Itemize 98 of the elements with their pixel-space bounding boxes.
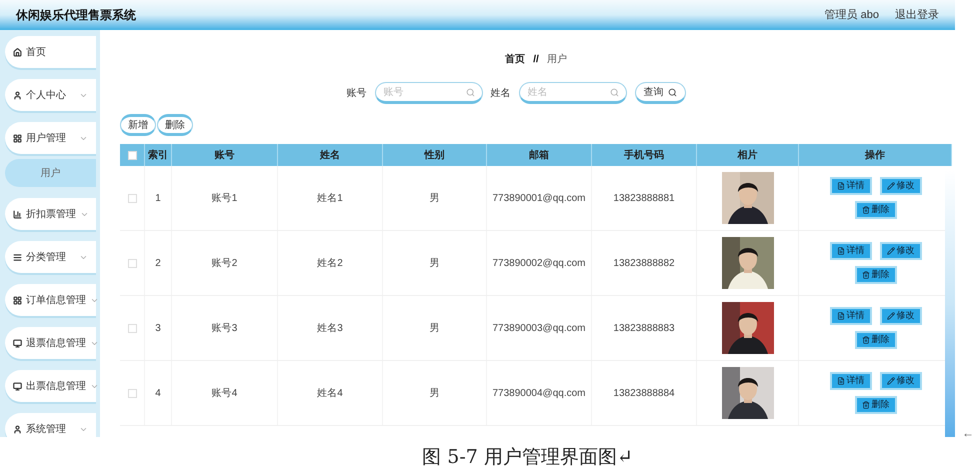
delete-button[interactable]: 删除: [854, 396, 896, 414]
column-header: 邮箱: [487, 144, 592, 166]
delete-button[interactable]: 删除: [854, 331, 896, 349]
table-cell: 账号1: [172, 166, 278, 230]
sidebar-item[interactable]: 出票信息管理: [5, 370, 96, 402]
monitor-icon: [13, 338, 22, 348]
row-checkbox[interactable]: [128, 194, 136, 202]
table-cell: 男: [383, 166, 487, 230]
table-cell: 2: [145, 231, 172, 295]
breadcrumb-link[interactable]: 用户: [546, 52, 567, 66]
column-header: 操作: [799, 144, 952, 166]
row-checkbox[interactable]: [128, 258, 136, 268]
table-cell: 13823888882: [592, 231, 697, 295]
pencil-icon: [886, 312, 894, 320]
edit-button[interactable]: 修改: [880, 372, 922, 390]
search-icon: [610, 88, 618, 97]
select-all-checkbox[interactable]: [128, 150, 136, 160]
column-header: 相片: [697, 144, 799, 166]
table-cell: 773890003@qq.com: [487, 296, 592, 360]
column-header: 手机号码: [592, 144, 697, 166]
grid-icon: [13, 296, 22, 304]
grid-icon: [13, 134, 22, 142]
logout-link[interactable]: 退出登录: [895, 6, 939, 24]
trash-icon: [862, 401, 870, 409]
sidebar-item[interactable]: 订单信息管理: [5, 284, 96, 316]
table-cell: 13823888883: [592, 296, 697, 360]
trash-icon: [862, 206, 870, 214]
sidebar-subitem[interactable]: 用户: [5, 159, 96, 187]
table-cell: 13823888884: [592, 361, 697, 425]
sidebar-item[interactable]: 系统管理: [5, 413, 96, 437]
table-cell: 773890002@qq.com: [487, 231, 592, 295]
pencil-icon: [886, 377, 894, 385]
search-field[interactable]: 账号: [374, 82, 482, 104]
trash-icon: [862, 271, 870, 279]
query-button[interactable]: 查询: [634, 82, 686, 104]
sidebar-item[interactable]: 个人中心: [5, 79, 96, 111]
table-cell: 姓名4: [278, 361, 383, 425]
breadcrumb-link[interactable]: 首页: [505, 52, 526, 66]
table-cell: 姓名1: [278, 166, 383, 230]
document-icon: [836, 247, 844, 255]
table-cell: 男: [383, 231, 487, 295]
edit-button[interactable]: 修改: [880, 177, 922, 195]
delete-button[interactable]: 删除: [854, 201, 896, 219]
details-button[interactable]: 详情: [830, 307, 872, 325]
search-icon: [466, 88, 474, 97]
edit-button[interactable]: 修改: [880, 242, 922, 260]
search-icon: [668, 88, 676, 96]
trash-icon: [862, 336, 870, 344]
bar-chart-icon: [13, 210, 22, 218]
document-icon: [836, 312, 844, 320]
delete-button[interactable]: 删除: [157, 114, 193, 136]
document-icon: [836, 182, 844, 190]
table-cell: 男: [383, 296, 487, 360]
home-icon: [13, 48, 22, 56]
table-cell: 4: [145, 361, 172, 425]
table-cell: 账号3: [172, 296, 278, 360]
table-cell: 账号4: [172, 361, 278, 425]
pencil-icon: [886, 182, 894, 190]
search-field[interactable]: 姓名: [518, 82, 626, 104]
edit-button[interactable]: 修改: [880, 307, 922, 325]
add-button[interactable]: 新增: [120, 114, 156, 136]
details-button[interactable]: 详情: [830, 177, 872, 195]
pencil-icon: [886, 247, 894, 255]
sidebar-item[interactable]: 退票信息管理: [5, 327, 96, 359]
table-cell: 账号2: [172, 231, 278, 295]
document-icon: [836, 377, 844, 385]
table-cell: 773890004@qq.com: [487, 361, 592, 425]
sidebar-item[interactable]: 分类管理: [5, 241, 96, 273]
row-checkbox[interactable]: [128, 388, 136, 398]
table-cell: 1: [145, 166, 172, 230]
table-cell: 773890001@qq.com: [487, 166, 592, 230]
app-title: 休闲娱乐代理售票系统: [16, 7, 136, 24]
details-button[interactable]: 详情: [830, 242, 872, 260]
user-icon: [13, 424, 22, 434]
details-button[interactable]: 详情: [830, 372, 872, 390]
column-header: 性别: [383, 144, 487, 166]
edge-mark: ←: [962, 425, 974, 442]
table-cell: 姓名3: [278, 296, 383, 360]
column-header: 账号: [172, 144, 278, 166]
monitor-icon: [13, 382, 22, 390]
column-header: 索引: [145, 144, 172, 166]
sidebar-item[interactable]: 首页: [5, 36, 96, 68]
breadcrumb-separator: //: [533, 52, 539, 66]
table-cell: 3: [145, 296, 172, 360]
sidebar-item[interactable]: 折扣票管理: [5, 198, 96, 230]
sidebar-item[interactable]: 用户管理: [5, 122, 96, 154]
field-label: 姓名: [490, 86, 510, 100]
row-checkbox[interactable]: [128, 324, 136, 332]
delete-button[interactable]: 删除: [854, 266, 896, 284]
table-cell: 13823888881: [592, 166, 697, 230]
field-label: 账号: [346, 86, 366, 100]
list-icon: [13, 252, 22, 262]
column-header: 姓名: [278, 144, 383, 166]
table-cell: 男: [383, 361, 487, 425]
figure-caption: 图 5-7 用户管理界面图↵: [422, 445, 633, 470]
table-cell: 姓名2: [278, 231, 383, 295]
admin-username: 管理员 abo: [824, 8, 879, 23]
user-icon: [13, 90, 22, 100]
